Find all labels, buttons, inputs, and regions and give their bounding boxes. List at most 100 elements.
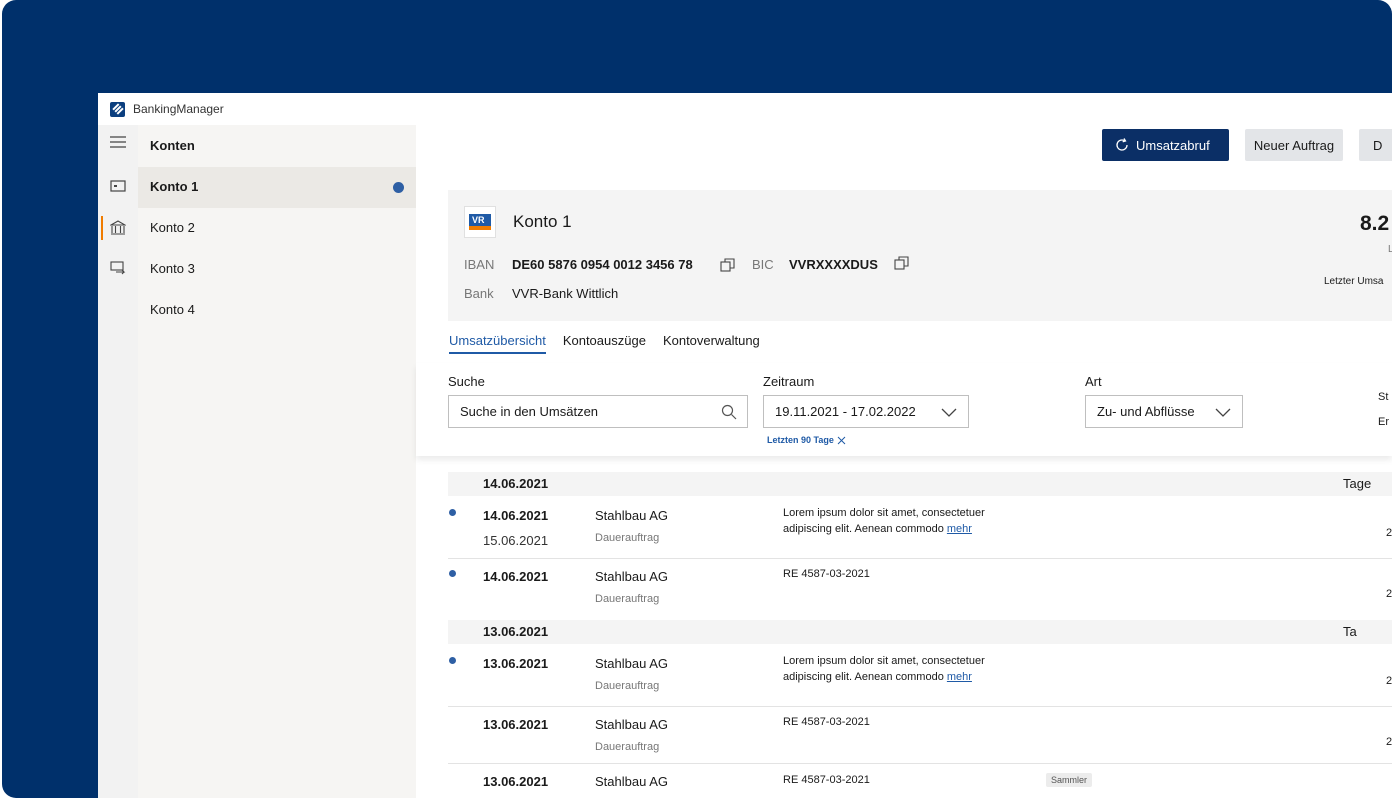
booking-date: 14.06.2021 bbox=[483, 569, 549, 584]
period-value: 19.11.2021 - 17.02.2022 bbox=[775, 404, 916, 419]
menu-button[interactable] bbox=[98, 129, 138, 155]
new-order-label: Neuer Auftrag bbox=[1253, 137, 1335, 153]
transaction-description: Lorem ipsum dolor sit amet, consectetuer… bbox=[783, 655, 985, 683]
iban-label: IBAN bbox=[464, 257, 495, 272]
sidebar-title: Konten bbox=[150, 138, 195, 153]
sidebar-item-konto-4[interactable]: Konto 4 bbox=[138, 290, 416, 331]
transaction-description: RE 4587-03-2021 bbox=[783, 774, 870, 786]
transaction-type: Dauerauftrag bbox=[595, 532, 660, 544]
icon-rail bbox=[98, 125, 138, 798]
type-value: Zu- und Abflüsse bbox=[1097, 404, 1195, 419]
account-balance: 8.2 bbox=[1360, 212, 1390, 235]
counterparty: Stahlbau AG bbox=[595, 508, 668, 523]
counterparty: Stahlbau AG bbox=[595, 656, 668, 671]
account-name: Konto 1 bbox=[513, 212, 572, 231]
search-input[interactable]: Suche in den Umsätzen bbox=[448, 395, 748, 428]
copy-iban-icon[interactable] bbox=[720, 257, 736, 273]
counterparty: Stahlbau AG bbox=[595, 774, 668, 789]
accounts-sidebar: Konten Konto 1 Konto 2 Konto 3 Konto 4 bbox=[138, 125, 416, 798]
search-placeholder: Suche in den Umsätzen bbox=[460, 404, 599, 419]
tab-kontoverwaltung[interactable]: Kontoverwaltung bbox=[663, 330, 760, 360]
unread-dot bbox=[449, 657, 456, 664]
transaction-description: RE 4587-03-2021 bbox=[783, 716, 870, 728]
row-divider bbox=[448, 763, 1392, 764]
group-summary: Tage bbox=[1343, 476, 1372, 491]
unread-dot bbox=[449, 509, 456, 516]
date-group-header: 14.06.2021 Tage bbox=[448, 472, 1392, 496]
fetch-transactions-label: Umsatzabruf bbox=[1136, 137, 1210, 153]
amount-partial: 2 bbox=[1386, 527, 1392, 539]
transaction-type: Dauerauftrag bbox=[595, 680, 660, 692]
account-tabs: Umsatzübersicht Kontoauszüge Kontoverwal… bbox=[449, 330, 777, 360]
app-logo-icon bbox=[110, 101, 125, 117]
amount-partial: 2 bbox=[1386, 736, 1392, 748]
hamburger-icon bbox=[110, 136, 126, 148]
period-label: Zeitraum bbox=[763, 374, 815, 389]
filter-bar: Suche Suche in den Umsätzen Zeitraum 19.… bbox=[416, 363, 1392, 456]
search-label: Suche bbox=[448, 374, 485, 389]
new-order-button[interactable]: Neuer Auftrag bbox=[1245, 129, 1343, 161]
tab-umsatzuebersicht[interactable]: Umsatzübersicht bbox=[449, 330, 546, 354]
rail-item-bank[interactable] bbox=[98, 215, 138, 241]
transaction-type: Dauerauftrag bbox=[595, 741, 660, 753]
period-select[interactable]: 19.11.2021 - 17.02.2022 bbox=[763, 395, 969, 428]
group-date: 13.06.2021 bbox=[483, 624, 549, 639]
transaction-type: Dauerauftrag bbox=[595, 593, 660, 605]
chevron-down-icon bbox=[941, 408, 957, 417]
type-label: Art bbox=[1085, 374, 1102, 389]
bottom-edge bbox=[0, 798, 1392, 804]
unread-dot bbox=[393, 182, 404, 193]
rail-item-wallet[interactable] bbox=[98, 173, 138, 199]
amount-partial: 2 bbox=[1386, 675, 1392, 687]
table-row[interactable]: 13.06.2021 Stahlbau AG Dauerauftrag Lore… bbox=[416, 647, 1392, 704]
balance-caption: L bbox=[1388, 244, 1392, 255]
period-chip-label: Letzten 90 Tage bbox=[767, 435, 834, 445]
sidebar-item-konto-3[interactable]: Konto 3 bbox=[138, 249, 416, 290]
third-toolbar-label: D bbox=[1373, 137, 1383, 153]
sidebar-item-label: Konto 2 bbox=[150, 220, 195, 235]
main-content: Umsatzabruf Neuer Auftrag D Konto 1 IBAN… bbox=[416, 125, 1392, 798]
unread-dot bbox=[449, 570, 456, 577]
third-toolbar-button[interactable]: D bbox=[1359, 129, 1392, 161]
close-icon[interactable] bbox=[837, 436, 846, 445]
wallet-icon bbox=[110, 180, 126, 192]
table-row[interactable]: 14.06.2021 15.06.2021 Stahlbau AG Dauera… bbox=[416, 499, 1392, 556]
rail-item-transfer[interactable] bbox=[98, 255, 138, 281]
fetch-transactions-button[interactable]: Umsatzabruf bbox=[1102, 129, 1229, 161]
filter-edge-1: St bbox=[1378, 391, 1389, 403]
sidebar-item-konto-2[interactable]: Konto 2 bbox=[138, 208, 416, 249]
bic-label: BIC bbox=[752, 257, 774, 272]
collector-badge: Sammler bbox=[1046, 773, 1093, 787]
bank-icon bbox=[110, 220, 126, 235]
period-chip[interactable]: Letzten 90 Tage bbox=[767, 435, 846, 445]
app-title: BankingManager bbox=[133, 102, 224, 116]
sidebar-item-label: Konto 4 bbox=[150, 302, 195, 317]
sidebar-item-label: Konto 1 bbox=[150, 179, 199, 194]
counterparty: Stahlbau AG bbox=[595, 717, 668, 732]
bic-value: VVRXXXXDUS bbox=[789, 257, 878, 272]
copy-bic-icon[interactable] bbox=[894, 255, 910, 271]
transaction-description: RE 4587-03-2021 bbox=[783, 568, 870, 580]
last-update-label: Letzter Umsa bbox=[1324, 276, 1384, 287]
group-date: 14.06.2021 bbox=[483, 476, 549, 491]
row-divider bbox=[448, 558, 1392, 559]
type-select[interactable]: Zu- und Abflüsse bbox=[1085, 395, 1243, 428]
bank-logo-icon bbox=[464, 206, 496, 238]
amount-partial: 2 bbox=[1386, 588, 1392, 600]
chevron-down-icon bbox=[1215, 408, 1231, 417]
more-link[interactable]: mehr bbox=[947, 671, 972, 683]
row-divider bbox=[448, 706, 1392, 707]
refresh-icon bbox=[1116, 138, 1128, 151]
transfer-icon bbox=[110, 261, 126, 275]
booking-date: 13.06.2021 bbox=[483, 717, 549, 732]
more-link[interactable]: mehr bbox=[947, 523, 972, 535]
table-row[interactable]: 14.06.2021 Stahlbau AG Dauerauftrag RE 4… bbox=[416, 560, 1392, 617]
transaction-description: Lorem ipsum dolor sit amet, consectetuer… bbox=[783, 507, 985, 535]
sidebar-item-label: Konto 3 bbox=[150, 261, 195, 276]
table-row[interactable]: 13.06.2021 Stahlbau AG RE 4587-03-2021 S… bbox=[416, 765, 1392, 798]
table-row[interactable]: 13.06.2021 Stahlbau AG Dauerauftrag RE 4… bbox=[416, 708, 1392, 765]
sidebar-item-konto-1[interactable]: Konto 1 bbox=[138, 167, 416, 208]
account-card: Konto 1 IBAN DE60 5876 0954 0012 3456 78… bbox=[448, 190, 1392, 321]
tab-kontoauszuege[interactable]: Kontoauszüge bbox=[563, 330, 646, 360]
screenshot-frame: BankingManager Konten Konto 1 Konto 2 Ko… bbox=[0, 0, 1392, 804]
